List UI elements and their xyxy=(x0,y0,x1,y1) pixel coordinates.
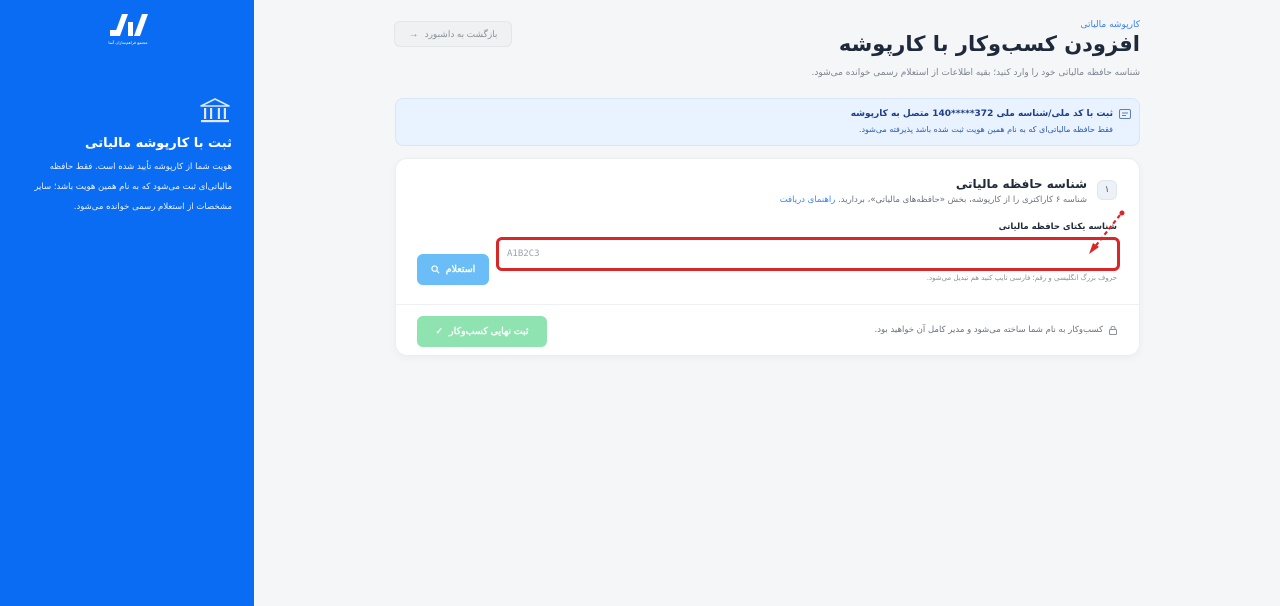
ownership-note: کسب‌وکار به نام شما ساخته می‌شود و مدیر … xyxy=(874,325,1117,335)
sidebar-title: ثبت با کارپوشه مالیاتی xyxy=(85,136,232,151)
fiscal-memory-card: ۱ شناسه حافظه مالیاتی شناسه ۶ کاراکتری ر… xyxy=(395,158,1140,356)
arrow-right-icon: → xyxy=(408,28,419,40)
page-subtitle: شناسه حافظه مالیاتی خود را وارد کنید؛ بق… xyxy=(811,68,1140,78)
page-title: افزودن کسب‌وکار با کارپوشه xyxy=(838,32,1140,56)
inquiry-button[interactable]: استعلام xyxy=(417,254,489,285)
lock-icon xyxy=(1109,325,1117,335)
ownership-note-text: کسب‌وکار به نام شما ساخته می‌شود و مدیر … xyxy=(874,325,1104,335)
annotation-arrow-icon xyxy=(1089,210,1125,254)
submit-label: ثبت نهایی کسب‌وکار xyxy=(449,326,529,337)
help-link[interactable]: راهنمای دریافت xyxy=(780,195,836,205)
step-title: شناسه حافظه مالیاتی xyxy=(955,177,1087,191)
sidebar: مجتمع فراهم‌سازان آسا ثبت با کارپوشه مال… xyxy=(0,0,254,606)
step-number-badge: ۱ xyxy=(1097,180,1117,200)
bank-building-icon xyxy=(200,98,230,123)
info-title: ثبت با کد ملی/شناسه ملی 372*****140 متصل… xyxy=(850,109,1113,119)
id-card-icon xyxy=(1119,109,1131,119)
back-label: بازگشت به داشبورد xyxy=(424,28,498,39)
main-content: بازگشت به داشبورد → کارپوشه مالیاتی افزو… xyxy=(254,0,1280,606)
divider xyxy=(396,304,1139,305)
logo-subtext: مجتمع فراهم‌سازان آسا xyxy=(108,40,148,45)
back-to-dashboard-button[interactable]: بازگشت به داشبورد → xyxy=(394,21,512,47)
step-description: شناسه ۶ کاراکتری را از کارپوشه، بخش «حاف… xyxy=(780,195,1087,205)
fiscal-id-hint: حروف بزرگ انگلیسی و رقم؛ فارسی تایپ کنید… xyxy=(926,274,1117,282)
logo[interactable]: مجتمع فراهم‌سازان آسا xyxy=(104,12,152,52)
breadcrumb[interactable]: کارپوشه مالیاتی xyxy=(1080,20,1140,30)
final-submit-button[interactable]: ثبت نهایی کسب‌وکار ✓ xyxy=(417,316,547,347)
check-icon: ✓ xyxy=(435,326,444,336)
step-description-text: شناسه ۶ کاراکتری را از کارپوشه، بخش «حاف… xyxy=(838,195,1087,205)
sidebar-description: هویت شما از کارپوشه تأیید شده است. فقط ح… xyxy=(34,162,232,212)
asa-logo-icon xyxy=(110,14,148,36)
identity-info-box: ثبت با کد ملی/شناسه ملی 372*****140 متصل… xyxy=(395,98,1140,146)
fiscal-id-input[interactable] xyxy=(496,237,1120,271)
info-text: فقط حافظه مالیاتی‌ای که به نام همین هویت… xyxy=(858,125,1113,134)
search-icon xyxy=(431,265,440,274)
inquiry-label: استعلام xyxy=(445,264,476,275)
